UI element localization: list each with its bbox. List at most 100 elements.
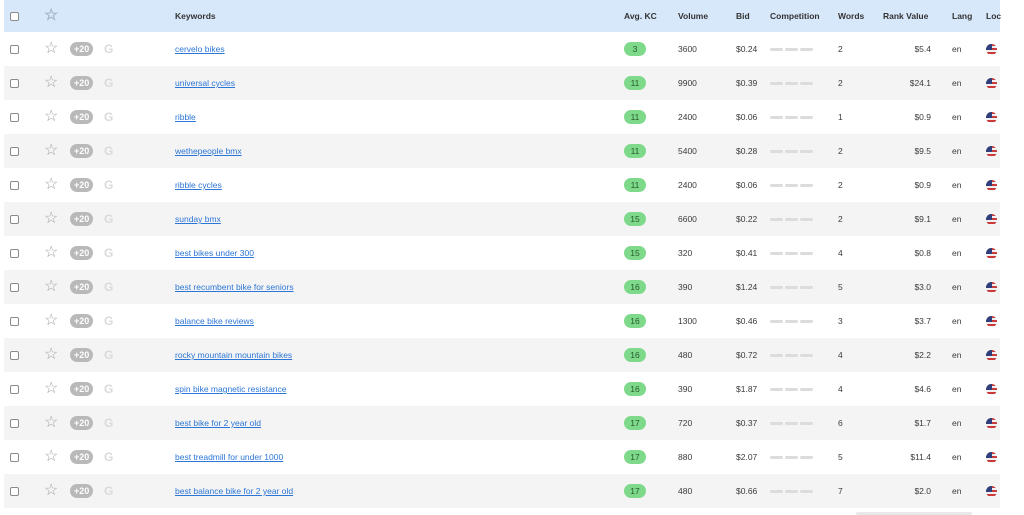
favorite-cell[interactable]: ☆	[44, 168, 58, 202]
keyword-link[interactable]: best bike for 2 year old	[175, 418, 261, 428]
add-related-cell[interactable]: +20	[70, 474, 94, 508]
col-competition[interactable]: Competition	[770, 0, 820, 32]
favorite-cell[interactable]: ☆	[44, 134, 58, 168]
google-cell[interactable]: G	[104, 474, 113, 508]
col-lang[interactable]: Lang	[952, 0, 972, 32]
google-cell[interactable]: G	[104, 100, 113, 134]
plus-20-badge[interactable]: +20	[70, 144, 94, 158]
star-icon[interactable]: ☆	[44, 245, 58, 261]
star-icon[interactable]: ☆	[44, 109, 58, 125]
star-icon[interactable]: ☆	[44, 415, 58, 431]
google-icon[interactable]: G	[104, 144, 113, 158]
keyword-link[interactable]: spin bike magnetic resistance	[175, 384, 287, 394]
star-icon[interactable]: ☆	[44, 41, 58, 57]
col-words[interactable]: Words	[838, 0, 864, 32]
google-cell[interactable]: G	[104, 32, 113, 66]
row-checkbox[interactable]	[10, 316, 19, 326]
favorites-header[interactable]: ☆	[44, 0, 58, 32]
google-icon[interactable]: G	[104, 76, 113, 90]
plus-20-badge[interactable]: +20	[70, 212, 94, 226]
google-icon[interactable]: G	[104, 382, 113, 396]
star-icon[interactable]: ☆	[44, 211, 58, 227]
add-related-cell[interactable]: +20	[70, 440, 94, 474]
favorite-cell[interactable]: ☆	[44, 236, 58, 270]
col-keywords[interactable]: Keywords	[175, 0, 216, 32]
row-checkbox-cell[interactable]	[10, 202, 19, 236]
row-checkbox-cell[interactable]	[10, 406, 19, 440]
plus-20-badge[interactable]: +20	[70, 178, 94, 192]
google-icon[interactable]: G	[104, 42, 113, 56]
row-checkbox[interactable]	[10, 418, 19, 428]
keyword-link[interactable]: cervelo bikes	[175, 44, 225, 54]
google-icon[interactable]: G	[104, 246, 113, 260]
google-cell[interactable]: G	[104, 134, 113, 168]
row-checkbox[interactable]	[10, 78, 19, 88]
google-cell[interactable]: G	[104, 202, 113, 236]
add-related-cell[interactable]: +20	[70, 372, 94, 406]
google-cell[interactable]: G	[104, 440, 113, 474]
row-checkbox-cell[interactable]	[10, 270, 19, 304]
add-related-cell[interactable]: +20	[70, 168, 94, 202]
col-volume[interactable]: Volume	[678, 0, 708, 32]
col-bid[interactable]: Bid	[736, 0, 750, 32]
row-checkbox[interactable]	[10, 486, 19, 496]
favorite-cell[interactable]: ☆	[44, 338, 58, 372]
add-related-cell[interactable]: +20	[70, 304, 94, 338]
plus-20-badge[interactable]: +20	[70, 280, 94, 294]
keyword-link[interactable]: rocky mountain mountain bikes	[175, 350, 292, 360]
keyword-link[interactable]: sunday bmx	[175, 214, 221, 224]
google-icon[interactable]: G	[104, 110, 113, 124]
google-icon[interactable]: G	[104, 212, 113, 226]
keyword-link[interactable]: best recumbent bike for seniors	[175, 282, 294, 292]
col-avg-kc[interactable]: Avg. KC	[624, 0, 657, 32]
select-all-checkbox[interactable]	[10, 11, 19, 21]
google-icon[interactable]: G	[104, 450, 113, 464]
row-checkbox[interactable]	[10, 384, 19, 394]
plus-20-badge[interactable]: +20	[70, 382, 94, 396]
star-icon[interactable]: ☆	[44, 483, 58, 499]
add-related-cell[interactable]: +20	[70, 32, 94, 66]
add-related-cell[interactable]: +20	[70, 134, 94, 168]
star-icon[interactable]: ☆	[44, 381, 58, 397]
google-icon[interactable]: G	[104, 416, 113, 430]
google-icon[interactable]: G	[104, 348, 113, 362]
google-cell[interactable]: G	[104, 304, 113, 338]
add-related-cell[interactable]: +20	[70, 66, 94, 100]
row-checkbox[interactable]	[10, 214, 19, 224]
row-checkbox[interactable]	[10, 350, 19, 360]
star-icon[interactable]: ☆	[44, 313, 58, 329]
row-checkbox[interactable]	[10, 112, 19, 122]
row-checkbox-cell[interactable]	[10, 66, 19, 100]
keyword-link[interactable]: best treadmill for under 1000	[175, 452, 283, 462]
plus-20-badge[interactable]: +20	[70, 416, 94, 430]
google-cell[interactable]: G	[104, 168, 113, 202]
google-cell[interactable]: G	[104, 338, 113, 372]
keyword-link[interactable]: ribble cycles	[175, 180, 222, 190]
favorite-cell[interactable]: ☆	[44, 32, 58, 66]
keyword-link[interactable]: ribble	[175, 112, 196, 122]
star-icon[interactable]: ☆	[44, 75, 58, 91]
add-related-cell[interactable]: +20	[70, 270, 94, 304]
favorite-cell[interactable]: ☆	[44, 406, 58, 440]
row-checkbox[interactable]	[10, 452, 19, 462]
favorite-cell[interactable]: ☆	[44, 202, 58, 236]
star-icon[interactable]: ☆	[44, 449, 58, 465]
keyword-link[interactable]: best balance bike for 2 year old	[175, 486, 293, 496]
row-checkbox[interactable]	[10, 248, 19, 258]
add-related-cell[interactable]: +20	[70, 338, 94, 372]
row-checkbox-cell[interactable]	[10, 236, 19, 270]
google-cell[interactable]: G	[104, 270, 113, 304]
row-checkbox-cell[interactable]	[10, 304, 19, 338]
star-icon[interactable]: ☆	[44, 143, 58, 159]
keyword-link[interactable]: best bikes under 300	[175, 248, 254, 258]
row-checkbox[interactable]	[10, 146, 19, 156]
google-cell[interactable]: G	[104, 406, 113, 440]
favorite-cell[interactable]: ☆	[44, 372, 58, 406]
row-checkbox-cell[interactable]	[10, 134, 19, 168]
row-checkbox[interactable]	[10, 282, 19, 292]
plus-20-badge[interactable]: +20	[70, 110, 94, 124]
row-checkbox[interactable]	[10, 180, 19, 190]
google-icon[interactable]: G	[104, 484, 113, 498]
plus-20-badge[interactable]: +20	[70, 246, 94, 260]
favorite-cell[interactable]: ☆	[44, 100, 58, 134]
